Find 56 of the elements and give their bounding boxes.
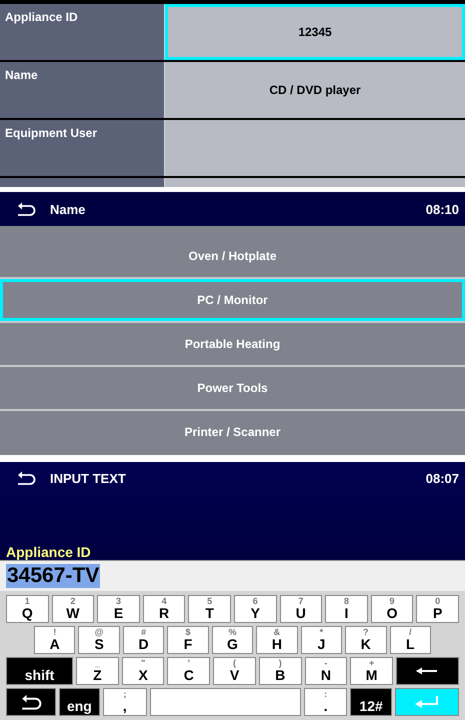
input-field[interactable]: 34567-TV <box>6 564 100 588</box>
back-icon[interactable] <box>16 202 36 216</box>
keyboard-key[interactable]: : . <box>304 688 348 716</box>
list-item[interactable]: Power Tools <box>0 367 465 409</box>
keyboard-key[interactable]: ! A <box>34 626 76 654</box>
shift-key[interactable]: shift <box>6 657 74 685</box>
keyboard-key[interactable]: 2 W <box>52 595 94 623</box>
clock-time: 08:10 <box>426 202 459 216</box>
field-label: Name <box>0 62 164 118</box>
keyboard-key[interactable]: _ Z <box>76 657 119 685</box>
keyboard-key[interactable]: 12# <box>350 688 392 716</box>
keyboard-key[interactable]: * J <box>300 626 342 654</box>
keyboard-key[interactable]: # D <box>122 626 164 654</box>
back-key[interactable] <box>6 688 56 716</box>
keyboard-key[interactable]: % G <box>212 626 254 654</box>
field-value[interactable] <box>165 120 465 176</box>
clock-time: 08:07 <box>426 470 459 486</box>
list-item[interactable]: Portable Heating <box>0 323 465 365</box>
keyboard-key[interactable]: ' C <box>167 657 210 685</box>
screen-title: INPUT TEXT <box>50 470 126 486</box>
field-label: Appliance ID <box>5 544 92 560</box>
keyboard-key[interactable]: & H <box>256 626 298 654</box>
keyboard-key[interactable]: 3 E <box>97 595 140 623</box>
keyboard-key[interactable]: ( V <box>213 657 256 685</box>
keyboard-key[interactable]: 6 Y <box>234 595 277 623</box>
keyboard-key[interactable]: @ S <box>78 626 120 654</box>
space-key[interactable] <box>150 688 301 716</box>
field-label: Appliance ID <box>0 4 164 60</box>
keyboard-key[interactable]: 8 I <box>325 595 368 623</box>
keyboard-key[interactable]: - N <box>304 657 348 685</box>
backspace-key[interactable] <box>396 657 459 685</box>
back-icon[interactable] <box>16 471 36 485</box>
screen-title: Name <box>50 202 86 216</box>
keyboard-key[interactable]: " X <box>122 657 164 685</box>
keyboard-key[interactable]: ; , <box>103 688 147 716</box>
keyboard-key[interactable]: ) B <box>258 657 302 685</box>
keyboard-key[interactable]: + M <box>350 657 393 685</box>
keyboard-key[interactable]: ? K <box>345 626 386 654</box>
list-item[interactable]: PC / Monitor <box>0 279 465 321</box>
keyboard-key[interactable]: 7 U <box>280 595 322 623</box>
list-item[interactable]: Oven / Hotplate <box>0 235 465 277</box>
list-item[interactable]: Printer / Scanner <box>0 411 465 453</box>
keyboard-key[interactable]: 0 P <box>416 595 459 623</box>
keyboard-key[interactable]: 1 Q <box>6 595 49 623</box>
keyboard-key[interactable]: 4 R <box>142 595 186 623</box>
keyboard-key[interactable]: 5 T <box>188 595 231 623</box>
left-arrow-icon <box>416 666 438 674</box>
back-icon <box>20 694 42 710</box>
keyboard-key[interactable]: 9 O <box>370 595 414 623</box>
keyboard-key[interactable]: eng <box>58 688 100 716</box>
enter-icon <box>414 696 439 708</box>
field-value[interactable]: CD / DVD player <box>165 62 465 118</box>
keyboard-key[interactable]: $ F <box>167 626 209 654</box>
field-value[interactable]: 12345 <box>165 4 465 60</box>
field-label: Equipment User <box>0 120 164 176</box>
keyboard-key[interactable]: / L <box>390 626 431 654</box>
